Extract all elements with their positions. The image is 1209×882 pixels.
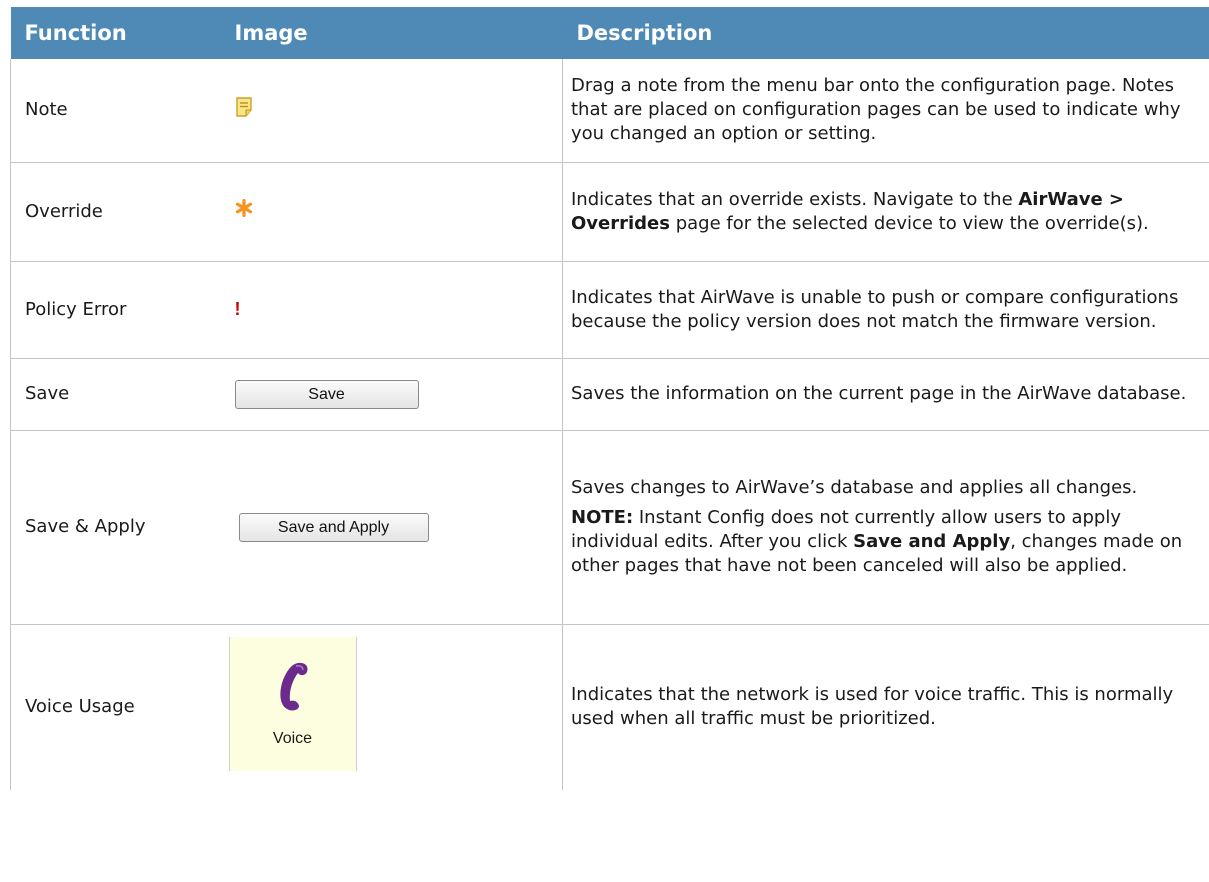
save-and-apply-button[interactable]: Save and Apply xyxy=(238,512,429,542)
table-row: Voice Usage Voice Indicates that the net… xyxy=(10,624,1209,790)
note-label: NOTE: xyxy=(571,507,634,528)
exclamation-icon: ! xyxy=(234,299,241,319)
header-description: Description xyxy=(562,7,1209,59)
function-cell: Policy Error xyxy=(10,261,221,359)
description-text: Saves changes to AirWave’s database and … xyxy=(571,477,1138,498)
description-cell: Indicates that the network is used for v… xyxy=(562,624,1209,790)
voice-tile: Voice xyxy=(228,636,357,771)
button-reference: Save and Apply xyxy=(853,531,1011,552)
note-icon xyxy=(235,97,252,117)
image-cell xyxy=(220,59,563,163)
header-function: Function xyxy=(10,7,221,59)
image-cell: Save xyxy=(220,358,563,431)
reference-table: Function Image Description Note Drag a n… xyxy=(10,7,1209,790)
description-cell: Indicates that AirWave is unable to push… xyxy=(562,261,1209,359)
image-cell: ! xyxy=(220,261,563,359)
note-text: NOTE: Instant Config does not currently … xyxy=(571,507,1183,576)
save-button[interactable]: Save xyxy=(234,379,419,409)
function-cell: Voice Usage xyxy=(10,624,221,790)
description-cell: Saves changes to AirWave’s database and … xyxy=(562,430,1209,625)
description-text: Drag a note from the menu bar onto the c… xyxy=(571,75,1181,145)
function-cell: Override xyxy=(10,162,221,262)
description-text: Saves the information on the current pag… xyxy=(571,383,1187,404)
description-cell: Saves the information on the current pag… xyxy=(562,358,1209,431)
description-cell: Drag a note from the menu bar onto the c… xyxy=(562,59,1209,163)
image-cell: Voice xyxy=(221,624,563,790)
function-cell: Save & Apply xyxy=(10,430,221,625)
table-row: Note Drag a note from the menu bar onto … xyxy=(10,59,1209,163)
description-text: Indicates that an override exists. Navig… xyxy=(571,188,1149,234)
table-row: Override Indicates that an override exis… xyxy=(10,162,1209,262)
image-cell: Save and Apply xyxy=(220,430,563,625)
table-row: Save Save Saves the information on the c… xyxy=(10,358,1209,431)
asterisk-icon xyxy=(235,198,252,218)
image-cell xyxy=(220,162,563,262)
function-cell: Note xyxy=(10,59,221,163)
description-text: Indicates that the network is used for v… xyxy=(571,684,1174,730)
table-row: Policy Error ! Indicates that AirWave is… xyxy=(10,261,1209,359)
voice-label: Voice xyxy=(272,729,313,747)
header-image: Image xyxy=(220,7,563,59)
description-text: Indicates that AirWave is unable to push… xyxy=(571,286,1179,332)
table-header-row: Function Image Description xyxy=(10,7,1209,59)
phone-icon xyxy=(279,662,308,711)
table-row: Save & Apply Save and Apply Saves change… xyxy=(10,430,1209,625)
function-cell: Save xyxy=(10,358,221,431)
description-cell: Indicates that an override exists. Navig… xyxy=(562,162,1209,262)
